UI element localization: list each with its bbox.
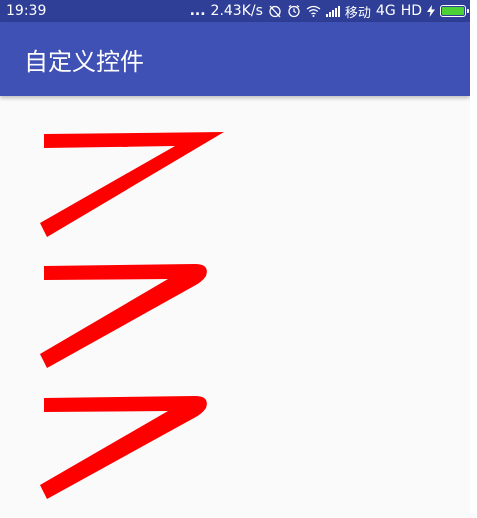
hd-label: HD — [400, 3, 422, 19]
status-right-group: ... 2.43K/s 移动 4G HD — [189, 2, 469, 21]
wifi-icon — [306, 5, 321, 17]
network-speed: 2.43K/s — [210, 3, 263, 19]
sharp-corner-stroke — [40, 132, 224, 237]
alarm-clock-icon — [287, 4, 301, 18]
carrier-label: 移动 — [344, 5, 371, 21]
battery-icon — [440, 5, 469, 17]
round-corner-stroke — [40, 264, 207, 368]
network-type: 4G — [375, 3, 396, 19]
page-title: 自定义控件 — [24, 47, 144, 76]
app-bar: 自定义控件 — [0, 22, 470, 96]
status-bar: 19:39 ... 2.43K/s 移动 4G HD — [0, 0, 470, 22]
status-time: 19:39 — [6, 3, 47, 19]
custom-view-canvas — [0, 96, 470, 514]
status-dots: ... — [189, 3, 206, 19]
screen-edge — [470, 0, 477, 514]
alarm-off-icon — [268, 4, 282, 18]
signal-icon — [325, 5, 340, 17]
charging-icon — [427, 5, 435, 17]
round-corner-stroke-2 — [40, 396, 207, 499]
battery-level — [442, 7, 464, 15]
